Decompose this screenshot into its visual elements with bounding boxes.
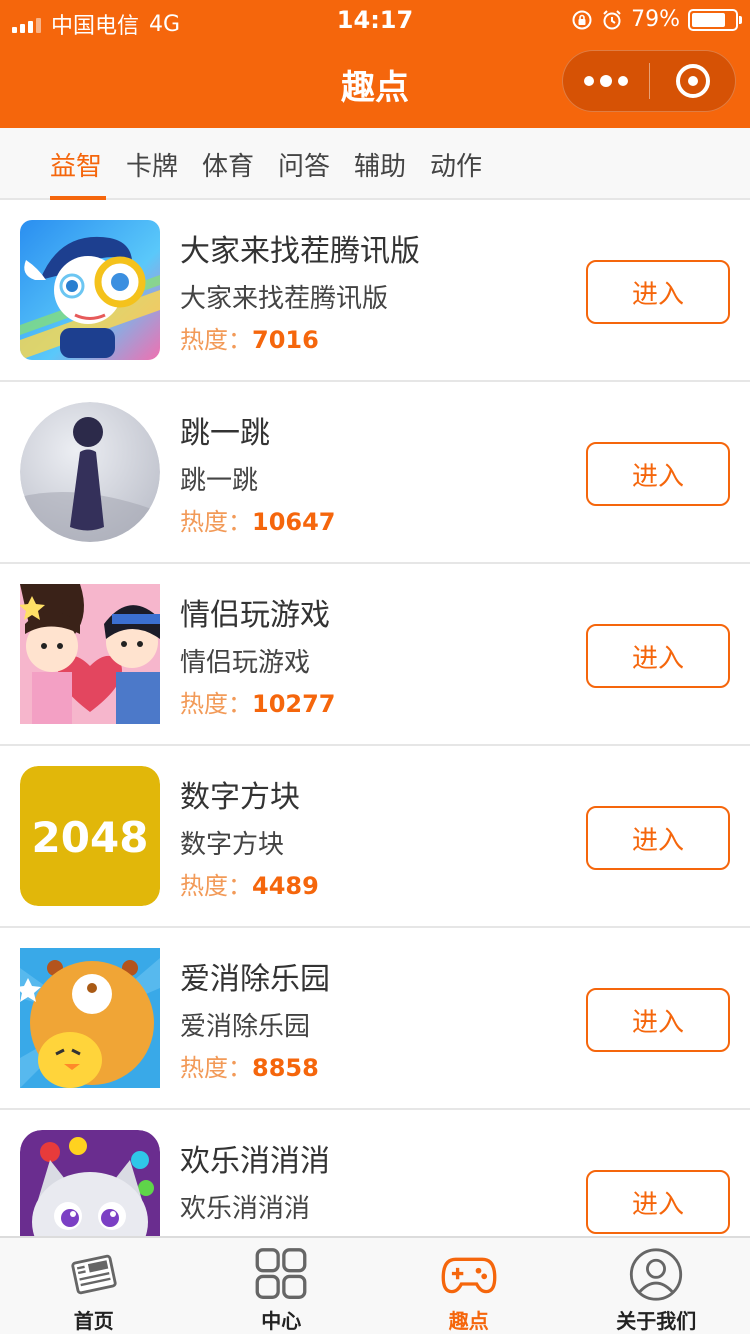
list-item: 大家来找茬腾讯版 大家来找茬腾讯版 热度：7016 进入 bbox=[0, 200, 750, 382]
target-circle-icon bbox=[675, 64, 710, 98]
status-bar: 中国电信 4G 14:17 79% bbox=[0, 0, 750, 40]
list-item: 情侣玩游戏 情侣玩游戏 热度：10277 进入 bbox=[0, 564, 750, 746]
game-subtitle: 情侣玩游戏 bbox=[180, 648, 311, 678]
game-subtitle: 跳一跳 bbox=[180, 466, 259, 496]
heat-value: 10277 bbox=[252, 690, 336, 718]
heat-label: 热度： bbox=[180, 872, 252, 900]
game-title: 数字方块 bbox=[180, 780, 300, 815]
jump-figure-icon[interactable] bbox=[20, 402, 160, 542]
list-item: 爱消除乐园 爱消除乐园 热度：8858 进入 bbox=[0, 928, 750, 1110]
tab-assist[interactable]: 辅助 bbox=[354, 128, 430, 200]
enter-button[interactable]: 进入 bbox=[586, 624, 730, 688]
enter-button[interactable]: 进入 bbox=[586, 806, 730, 870]
tabbar-item-about[interactable]: 关于我们 bbox=[563, 1238, 750, 1334]
game-title: 情侣玩游戏 bbox=[180, 598, 330, 633]
nav-bar: 趣点 bbox=[0, 40, 750, 128]
tabbar-item-fun[interactable]: 趣点 bbox=[375, 1238, 563, 1334]
game-subtitle: 数字方块 bbox=[180, 830, 285, 860]
heat-stat: 热度：10647 bbox=[180, 502, 336, 537]
tabbar-item-center[interactable]: 中心 bbox=[188, 1238, 376, 1334]
heat-stat: 热度：10277 bbox=[180, 684, 336, 719]
close-button[interactable] bbox=[650, 51, 735, 111]
battery-percent: 79% bbox=[631, 7, 680, 32]
alarm-icon bbox=[603, 9, 621, 29]
tab-action[interactable]: 动作 bbox=[430, 128, 506, 200]
cartoon-detective-icon[interactable] bbox=[20, 220, 160, 360]
game-title: 大家来找茬腾讯版 bbox=[180, 234, 420, 269]
tabbar-label: 关于我们 bbox=[616, 1309, 697, 1333]
bear-chick-icon[interactable] bbox=[20, 948, 160, 1088]
tabbar-label: 趣点 bbox=[448, 1309, 489, 1333]
heat-stat: 热度：7016 bbox=[180, 320, 319, 355]
orientation-lock-icon bbox=[572, 10, 592, 29]
user-icon bbox=[630, 1248, 683, 1301]
tabbar-label: 首页 bbox=[73, 1309, 114, 1333]
tile-number: 2048 bbox=[32, 813, 149, 862]
tab-sports[interactable]: 体育 bbox=[202, 128, 278, 200]
enter-button[interactable]: 进入 bbox=[586, 1170, 730, 1234]
heat-label: 热度： bbox=[180, 690, 252, 718]
enter-button[interactable]: 进入 bbox=[586, 442, 730, 506]
game-title: 欢乐消消消 bbox=[180, 1144, 330, 1179]
more-dots-icon[interactable] bbox=[563, 51, 649, 111]
tabbar-label: 中心 bbox=[261, 1309, 302, 1333]
game-list: 大家来找茬腾讯版 大家来找茬腾讯版 热度：7016 进入 跳一跳 跳一跳 热度：… bbox=[0, 200, 750, 1236]
news-icon bbox=[71, 1254, 117, 1295]
game-subtitle: 欢乐消消消 bbox=[180, 1194, 311, 1224]
cat-candy-icon[interactable] bbox=[20, 1130, 160, 1236]
heat-stat: 热度：8858 bbox=[180, 1048, 319, 1083]
game-title: 爱消除乐园 bbox=[180, 962, 330, 997]
2048-tile-icon[interactable]: 2048 bbox=[20, 766, 160, 906]
couple-heart-icon[interactable] bbox=[20, 584, 160, 724]
tab-puzzle[interactable]: 益智 bbox=[50, 128, 126, 200]
tabbar-item-home[interactable]: 首页 bbox=[0, 1238, 188, 1334]
list-item: 2048 数字方块 数字方块 热度：4489 进入 bbox=[0, 746, 750, 928]
game-subtitle: 爱消除乐园 bbox=[180, 1012, 311, 1042]
game-subtitle: 大家来找茬腾讯版 bbox=[180, 284, 389, 314]
heat-label: 热度： bbox=[180, 508, 252, 536]
gamepad-icon bbox=[441, 1257, 497, 1294]
battery-icon bbox=[688, 8, 742, 31]
tab-cards[interactable]: 卡牌 bbox=[126, 128, 202, 200]
list-item: 欢乐消消消 欢乐消消消 热度：8081 进入 bbox=[0, 1110, 750, 1236]
enter-button[interactable]: 进入 bbox=[586, 260, 730, 324]
heat-value: 4489 bbox=[252, 872, 319, 900]
heat-label: 热度： bbox=[180, 1054, 252, 1082]
list-item: 跳一跳 跳一跳 热度：10647 进入 bbox=[0, 382, 750, 564]
heat-label: 热度： bbox=[180, 326, 252, 354]
grid-icon bbox=[255, 1248, 307, 1299]
heat-value: 8858 bbox=[252, 1054, 319, 1082]
category-tabs: 益智 卡牌 体育 问答 辅助 动作 bbox=[0, 128, 750, 200]
heat-value: 10647 bbox=[252, 508, 336, 536]
heat-value: 7016 bbox=[252, 326, 319, 354]
game-title: 跳一跳 bbox=[180, 416, 270, 451]
enter-button[interactable]: 进入 bbox=[586, 988, 730, 1052]
tab-quiz[interactable]: 问答 bbox=[278, 128, 354, 200]
mini-program-capsule bbox=[562, 50, 736, 112]
bottom-tab-bar: 首页 中心 趣点 关于我们 bbox=[0, 1236, 750, 1334]
heat-stat: 热度：4489 bbox=[180, 866, 319, 901]
